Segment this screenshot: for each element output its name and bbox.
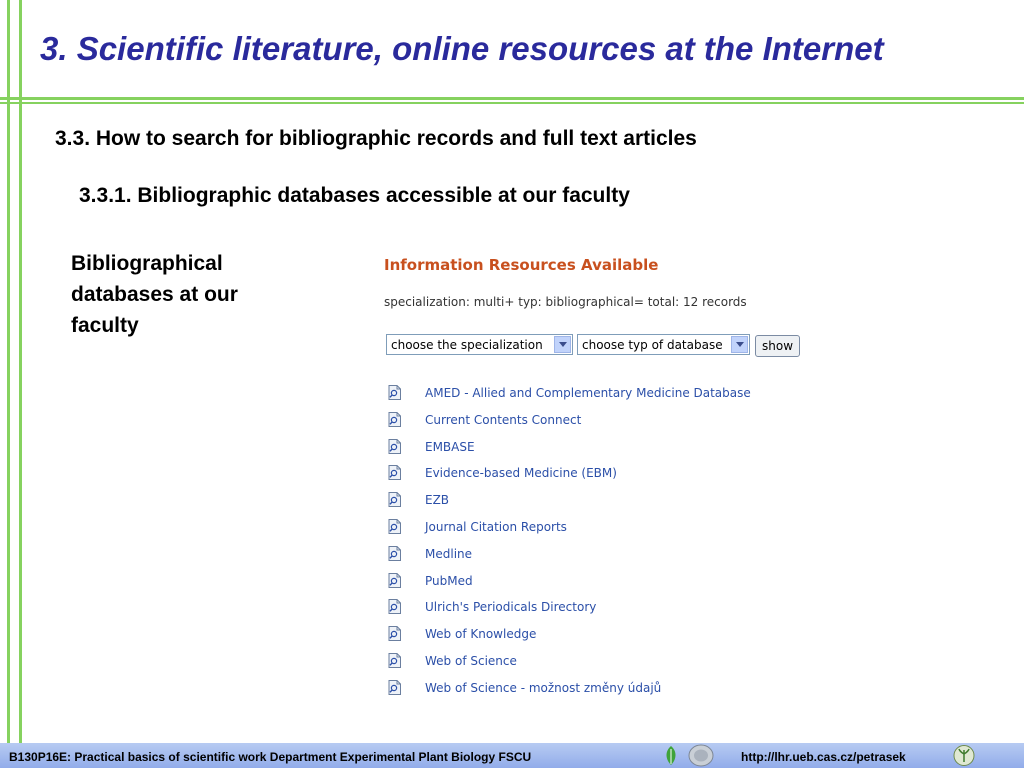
database-link[interactable]: Ulrich's Periodicals Directory	[425, 600, 596, 614]
database-type-select-value: choose typ of database	[582, 338, 723, 352]
document-search-icon	[388, 465, 401, 481]
database-link[interactable]: Medline	[425, 547, 472, 561]
seal-logo-icon	[688, 744, 714, 767]
database-link[interactable]: EZB	[425, 493, 449, 507]
chevron-down-icon[interactable]	[731, 336, 748, 353]
database-link[interactable]: Current Contents Connect	[425, 413, 581, 427]
footer-url: http://lhr.ueb.cas.cz/petrasek	[741, 750, 906, 764]
chevron-down-icon[interactable]	[554, 336, 571, 353]
document-search-icon	[388, 411, 401, 427]
show-button[interactable]: show	[755, 335, 801, 357]
results-summary: specialization: multi+ typ: bibliographi…	[384, 295, 747, 309]
leaf-logo-icon	[666, 746, 676, 765]
document-search-icon	[388, 492, 401, 508]
specialization-select[interactable]: choose the specialization	[386, 334, 573, 355]
database-link[interactable]: AMED - Allied and Complementary Medicine…	[425, 386, 751, 400]
document-search-icon	[388, 438, 401, 454]
left-rule-inner	[19, 0, 22, 743]
document-search-icon	[388, 518, 401, 534]
side-note: Bibliographical databases at our faculty	[71, 252, 238, 337]
document-search-icon	[388, 652, 401, 668]
database-type-select[interactable]: choose typ of database	[577, 334, 750, 355]
section-heading: 3.3. How to search for bibliographic rec…	[55, 127, 697, 150]
document-search-icon	[388, 385, 401, 400]
database-link[interactable]: EMBASE	[425, 440, 475, 454]
document-search-icon	[388, 679, 401, 695]
database-link[interactable]: Web of Science - možnost změny údajů	[425, 681, 661, 695]
specialization-select-value: choose the specialization	[391, 338, 543, 352]
document-search-icon	[388, 545, 401, 561]
database-link[interactable]: PubMed	[425, 574, 473, 588]
footer-bar: B130P16E: Practical basics of scientific…	[0, 743, 1024, 768]
footer-course-info: B130P16E: Practical basics of scientific…	[9, 750, 532, 764]
subsection-heading: 3.3.1. Bibliographic databases accessibl…	[79, 184, 630, 207]
database-link[interactable]: Evidence-based Medicine (EBM)	[425, 466, 617, 480]
document-search-icon	[388, 626, 401, 642]
slide-title: 3. Scientific literature, online resourc…	[40, 30, 884, 67]
resources-panel: Information Resources Available speciali…	[380, 250, 840, 710]
header-rule-bottom	[0, 102, 1024, 104]
database-link[interactable]: Web of Science	[425, 654, 517, 668]
panel-title: Information Resources Available	[384, 256, 659, 274]
document-search-icon	[388, 599, 401, 615]
plant-logo-icon	[953, 745, 975, 766]
database-link[interactable]: Web of Knowledge	[425, 627, 536, 641]
left-rule-outer	[7, 0, 10, 743]
header-rule-top	[0, 97, 1024, 100]
database-link[interactable]: Journal Citation Reports	[425, 520, 567, 534]
document-search-icon	[388, 572, 401, 588]
